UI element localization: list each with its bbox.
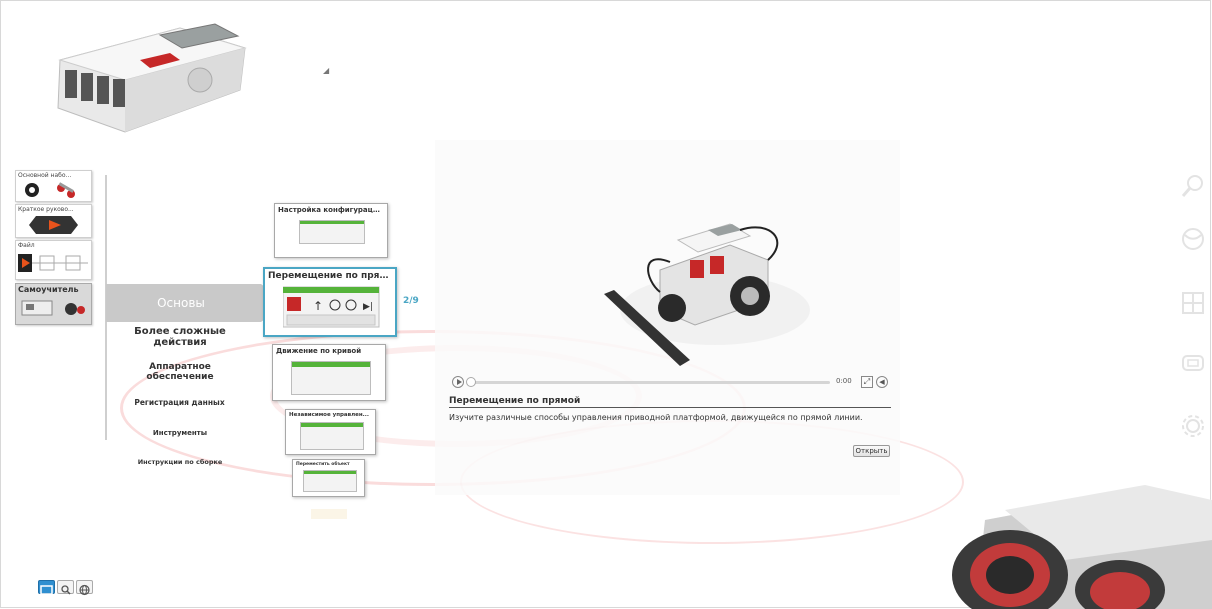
sphere-icon[interactable]: [1180, 226, 1206, 252]
robot-parts-icon: [21, 300, 85, 316]
program-blocks-icon: [18, 254, 88, 272]
tile-label: Краткое руково...: [18, 206, 74, 213]
category-advanced[interactable]: Более сложные действия: [125, 326, 235, 348]
tile-file[interactable]: Файл: [15, 240, 92, 280]
tile-label: Файл: [18, 242, 35, 249]
svg-text:▶|: ▶|: [363, 302, 373, 312]
tile-tutorial[interactable]: Самоучитель: [15, 283, 92, 325]
time-display: 0:00: [836, 377, 852, 385]
fullscreen-icon[interactable]: ⤢: [861, 376, 873, 388]
lesson-card-move-object[interactable]: Переместить объект: [292, 459, 365, 497]
lesson-title: Переместить объект: [296, 462, 350, 467]
tile-label: Основной набо...: [18, 172, 72, 179]
category-data-logging[interactable]: Регистрация данных: [112, 398, 247, 407]
device-icon[interactable]: [1180, 350, 1206, 376]
pager: 2/9: [403, 296, 419, 306]
ev3-brick-image: [57, 23, 247, 133]
lesson-card-independent[interactable]: Независимое управлен...: [285, 409, 376, 455]
play-guide-icon: [29, 216, 78, 234]
search-icon[interactable]: [1180, 173, 1206, 199]
preview-title: Перемещение по прямой: [449, 396, 581, 406]
seek-handle[interactable]: [466, 377, 476, 387]
decorative-mark: ◢: [323, 66, 330, 75]
lesson-title: Движение по кривой: [276, 347, 362, 355]
ultrasonic-sensor-image: [952, 485, 1212, 609]
gear-parts-icon: [25, 182, 75, 198]
move-steering-block-icon: ↑ ▶|: [283, 286, 380, 328]
tile-basic-set[interactable]: Основной набо...: [15, 170, 92, 202]
lesson-card-config[interactable]: Настройка конфигураци...: [274, 203, 388, 258]
list-view-icon[interactable]: [38, 580, 55, 595]
window-icon[interactable]: [1180, 290, 1206, 316]
lesson-title: Перемещение по прямой: [268, 271, 395, 281]
category-tools[interactable]: Инструменты: [130, 429, 230, 437]
tile-label: Самоучитель: [18, 285, 79, 294]
tile-quick-guide[interactable]: Краткое руково...: [15, 204, 92, 238]
category-build-instructions[interactable]: Инструкции по сборке: [115, 458, 245, 466]
lesson-card-curve[interactable]: Движение по кривой: [272, 344, 386, 401]
lesson-title: Независимое управлен...: [289, 412, 369, 418]
volume-icon[interactable]: ◀: [876, 376, 888, 388]
category-active[interactable]: Основы: [106, 284, 256, 322]
lesson-card-straight[interactable]: Перемещение по прямой ↑ ▶|: [263, 267, 397, 337]
program-block-icon: [291, 361, 371, 395]
category-hardware[interactable]: Аппаратное обеспечение: [130, 362, 230, 382]
gear-icon[interactable]: [1180, 413, 1206, 439]
seek-bar[interactable]: [470, 381, 830, 384]
program-block-icon: [299, 220, 365, 244]
globe-icon[interactable]: [76, 580, 93, 596]
divider: [449, 407, 891, 408]
svg-text:↑: ↑: [313, 299, 323, 313]
lesson-title: Настройка конфигураци...: [278, 206, 386, 214]
preview-description: Изучите различные способы управления при…: [449, 413, 863, 422]
program-block-icon: [300, 422, 364, 450]
open-button[interactable]: Открыть: [853, 445, 890, 457]
program-block-icon: [303, 470, 357, 492]
lesson-card-faded[interactable]: [303, 503, 355, 525]
robot-video-frame: [604, 223, 810, 366]
play-button[interactable]: [452, 376, 464, 388]
search-icon[interactable]: [57, 580, 74, 595]
